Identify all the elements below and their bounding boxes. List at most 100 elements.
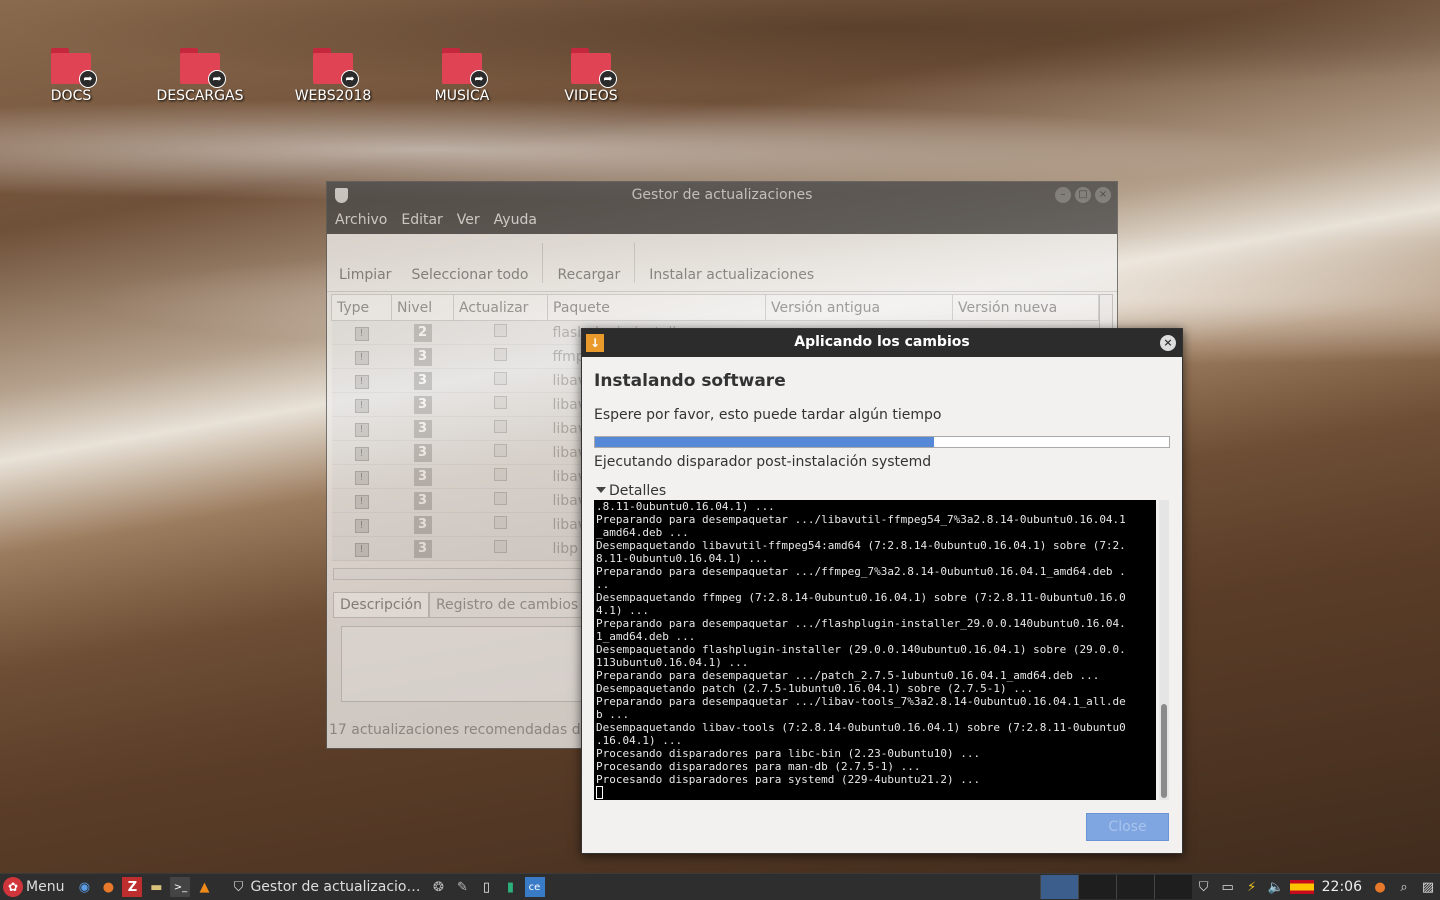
chromium-icon[interactable]: ◉ xyxy=(74,877,94,897)
type-cell: ! xyxy=(331,392,392,417)
warning-icon: ! xyxy=(354,351,369,365)
pen-icon[interactable]: ✎ xyxy=(453,877,473,897)
firefox-tray-icon[interactable]: ● xyxy=(1370,877,1390,897)
terminal-scrollbar[interactable] xyxy=(1159,500,1169,800)
update-checkbox[interactable] xyxy=(494,372,507,385)
shield-icon xyxy=(335,188,348,203)
level-cell: 3 xyxy=(391,392,454,417)
col-level[interactable]: Nivel xyxy=(391,294,454,321)
workspace-3[interactable] xyxy=(1115,875,1154,899)
terminal-line: Preparando para desempaquetar .../ffmpeg… xyxy=(596,565,1126,578)
close-button[interactable]: × xyxy=(1095,187,1111,203)
taskbar: ✿ Menu ◉ ● Z ▬ >_ ▲ ⛉ Gestor de actualiz… xyxy=(0,873,1440,900)
col-update[interactable]: Actualizar xyxy=(453,294,548,321)
terminal-line: b ... xyxy=(596,708,630,721)
clear-button[interactable]: Limpiar xyxy=(333,267,397,283)
terminal-icon[interactable]: >_ xyxy=(170,877,191,897)
tab-changelog[interactable]: Registro de cambios xyxy=(428,592,586,618)
menu-editar[interactable]: Editar xyxy=(397,210,446,234)
terminal-line: Procesando disparadores para libc-bin (2… xyxy=(596,747,981,760)
window-titlebar[interactable]: Gestor de actualizaciones – □ × xyxy=(327,182,1117,210)
terminal-line: _amd64.deb ... xyxy=(596,526,689,539)
bookmark-icon[interactable]: ▮ xyxy=(501,877,521,897)
maximize-button[interactable]: □ xyxy=(1075,187,1091,203)
col-type[interactable]: Type xyxy=(331,294,392,321)
folder-icon: ➦ xyxy=(571,48,617,88)
terminal-line: 8.11-0ubuntu0.16.04.1) ... xyxy=(596,552,769,565)
update-checkbox[interactable] xyxy=(494,444,507,457)
install-updates-button[interactable]: Instalar actualizaciones xyxy=(643,267,820,283)
description-box xyxy=(341,626,591,702)
link-arrow-icon: ➦ xyxy=(79,70,97,88)
update-cell xyxy=(453,536,548,561)
terminal-line: Desempaquetando libavutil-ffmpeg54:amd64… xyxy=(596,539,1126,552)
minimize-button[interactable]: – xyxy=(1055,187,1071,203)
workspace-4[interactable] xyxy=(1153,875,1192,899)
update-checkbox[interactable] xyxy=(494,516,507,529)
level-badge: 3 xyxy=(413,395,432,414)
power-icon[interactable]: ⚡ xyxy=(1242,877,1262,897)
clock[interactable]: 22:06 xyxy=(1322,879,1362,895)
tab-description[interactable]: Descripción xyxy=(333,592,429,618)
folder-icon: ➦ xyxy=(51,48,97,88)
reload-button[interactable]: Recargar xyxy=(551,267,626,283)
type-cell: ! xyxy=(331,464,392,489)
col-package[interactable]: Paquete xyxy=(547,294,766,321)
calculator-icon[interactable]: ce xyxy=(524,877,545,897)
dialog-close-button[interactable]: × xyxy=(1160,335,1176,351)
volume-icon[interactable]: 🔈 xyxy=(1266,877,1286,897)
files-icon[interactable]: ▬ xyxy=(146,877,166,897)
desktop-icon-label: DOCS xyxy=(50,88,92,104)
select-all-button[interactable]: Seleccionar todo xyxy=(405,267,534,283)
update-checkbox[interactable] xyxy=(494,420,507,433)
folder-icon: ➦ xyxy=(180,48,226,88)
col-new-version[interactable]: Versión nueva xyxy=(952,294,1099,321)
desktop-icon-musica[interactable]: ➦ MUSICA xyxy=(402,48,522,104)
monitor-icon[interactable]: ▭ xyxy=(1218,877,1238,897)
type-cell: ! xyxy=(331,512,392,537)
details-expander[interactable]: Detalles xyxy=(596,483,666,499)
document-icon[interactable]: ▯ xyxy=(477,877,497,897)
shield-tray-icon[interactable]: ⛉ xyxy=(1194,877,1214,897)
type-cell: ! xyxy=(331,440,392,465)
close-dialog-button[interactable]: Close xyxy=(1086,813,1169,841)
update-checkbox[interactable] xyxy=(494,348,507,361)
desktop-icon-docs[interactable]: ➦ DOCS xyxy=(11,48,131,104)
level-badge: 2 xyxy=(413,323,432,342)
menu-logo-icon[interactable]: ✿ xyxy=(3,877,23,897)
dialog-titlebar[interactable]: ↓ Aplicando los cambios × xyxy=(582,329,1182,357)
shield-icon: ⛉ xyxy=(233,879,244,895)
table-hscrollbar[interactable] xyxy=(333,568,589,580)
menu-button[interactable]: Menu xyxy=(26,879,64,895)
taskbar-task-update-manager[interactable]: ⛉ Gestor de actualizacio… xyxy=(226,877,421,897)
menu-archivo[interactable]: Archivo xyxy=(331,210,391,234)
desktop-icon-descargas[interactable]: ➦ DESCARGAS xyxy=(140,48,260,104)
firefox-icon[interactable]: ● xyxy=(98,877,118,897)
update-checkbox[interactable] xyxy=(494,492,507,505)
show-desktop-icon[interactable]: ▨ xyxy=(1418,877,1438,897)
desktop-icon-videos[interactable]: ➦ VIDEOS xyxy=(531,48,651,104)
update-checkbox[interactable] xyxy=(494,396,507,409)
update-checkbox[interactable] xyxy=(494,468,507,481)
col-old-version[interactable]: Versión antigua xyxy=(765,294,953,321)
workspace-1[interactable] xyxy=(1039,875,1078,899)
filezilla-icon[interactable]: Z xyxy=(122,877,143,897)
level-cell: 3 xyxy=(391,488,454,513)
terminal-prompt xyxy=(596,786,1156,800)
spain-flag-icon[interactable] xyxy=(1289,880,1314,894)
update-checkbox[interactable] xyxy=(494,324,507,337)
search-icon[interactable]: ⌕ xyxy=(1394,877,1414,897)
vlc-icon[interactable]: ▲ xyxy=(194,877,214,897)
update-cell xyxy=(453,488,548,513)
scrollbar-thumb[interactable] xyxy=(1161,704,1167,798)
level-cell: 3 xyxy=(391,536,454,561)
menu-ver[interactable]: Ver xyxy=(453,210,484,234)
workspace-2[interactable] xyxy=(1077,875,1116,899)
update-checkbox[interactable] xyxy=(494,540,507,553)
terminal-line: 1_amd64.deb ... xyxy=(596,630,696,643)
terminal-output[interactable]: .8.11-0ubuntu0.16.04.1) ... Preparando pa… xyxy=(594,500,1156,800)
desktop-icon-webs2018[interactable]: ➦ WEBS2018 xyxy=(273,48,393,104)
menu-ayuda[interactable]: Ayuda xyxy=(490,210,541,234)
level-badge: 3 xyxy=(413,539,432,558)
film-reel-icon[interactable]: ❂ xyxy=(429,877,449,897)
